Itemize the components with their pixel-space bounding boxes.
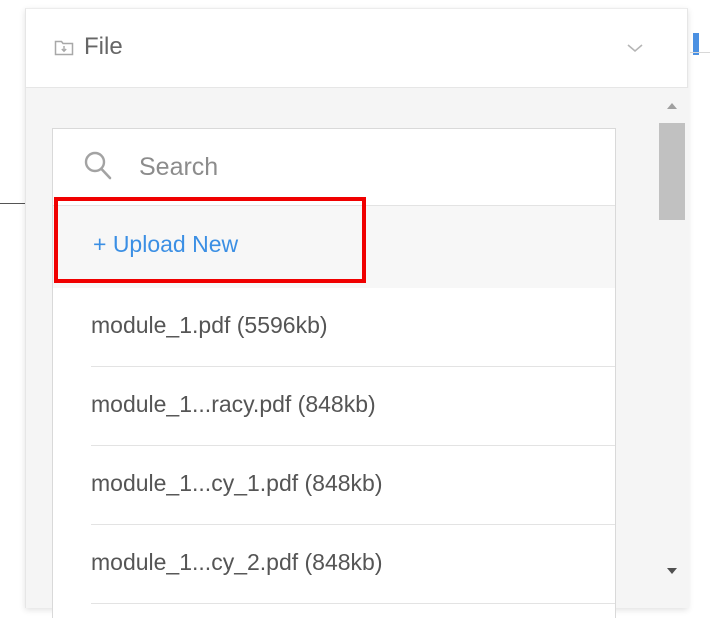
search-row xyxy=(53,129,615,206)
upload-new-button[interactable]: + Upload New xyxy=(53,197,615,288)
search-input[interactable] xyxy=(139,147,579,187)
file-item-label: module_1...racy.pdf (848kb) xyxy=(91,391,376,417)
scroll-up-arrow-icon[interactable] xyxy=(667,103,677,109)
file-list: module_1.pdf (5596kb) module_1...racy.pd… xyxy=(53,288,615,604)
scrollbar-thumb[interactable] xyxy=(659,123,685,220)
page: File + Uploa xyxy=(0,0,710,627)
file-item-label: module_1.pdf (5596kb) xyxy=(91,312,328,338)
vertical-scrollbar[interactable] xyxy=(656,88,689,608)
file-list-item[interactable]: module_1...cy_1.pdf (848kb) xyxy=(91,446,615,525)
file-dropdown-header[interactable]: File xyxy=(26,9,687,88)
file-picker-list: + Upload New module_1.pdf (5596kb) modul… xyxy=(52,128,616,618)
file-dropdown: File + Uploa xyxy=(25,8,689,618)
file-item-label: module_1...cy_2.pdf (848kb) xyxy=(91,549,383,575)
file-list-item[interactable]: module_1.pdf (5596kb) xyxy=(91,288,615,367)
file-list-item[interactable]: module_1...racy.pdf (848kb) xyxy=(91,367,615,446)
file-dropdown-body: + Upload New module_1.pdf (5596kb) modul… xyxy=(26,88,689,618)
background-divider-right xyxy=(690,52,710,53)
file-item-label: module_1...cy_1.pdf (848kb) xyxy=(91,470,383,496)
search-icon xyxy=(83,150,113,182)
file-dropdown-label: File xyxy=(84,33,123,60)
folder-icon xyxy=(54,38,74,56)
file-list-item[interactable]: module_1...cy_2.pdf (848kb) xyxy=(91,525,615,604)
highlight-annotation xyxy=(54,197,366,283)
scroll-down-arrow-icon[interactable] xyxy=(667,568,677,574)
chevron-down-icon[interactable] xyxy=(626,41,644,53)
